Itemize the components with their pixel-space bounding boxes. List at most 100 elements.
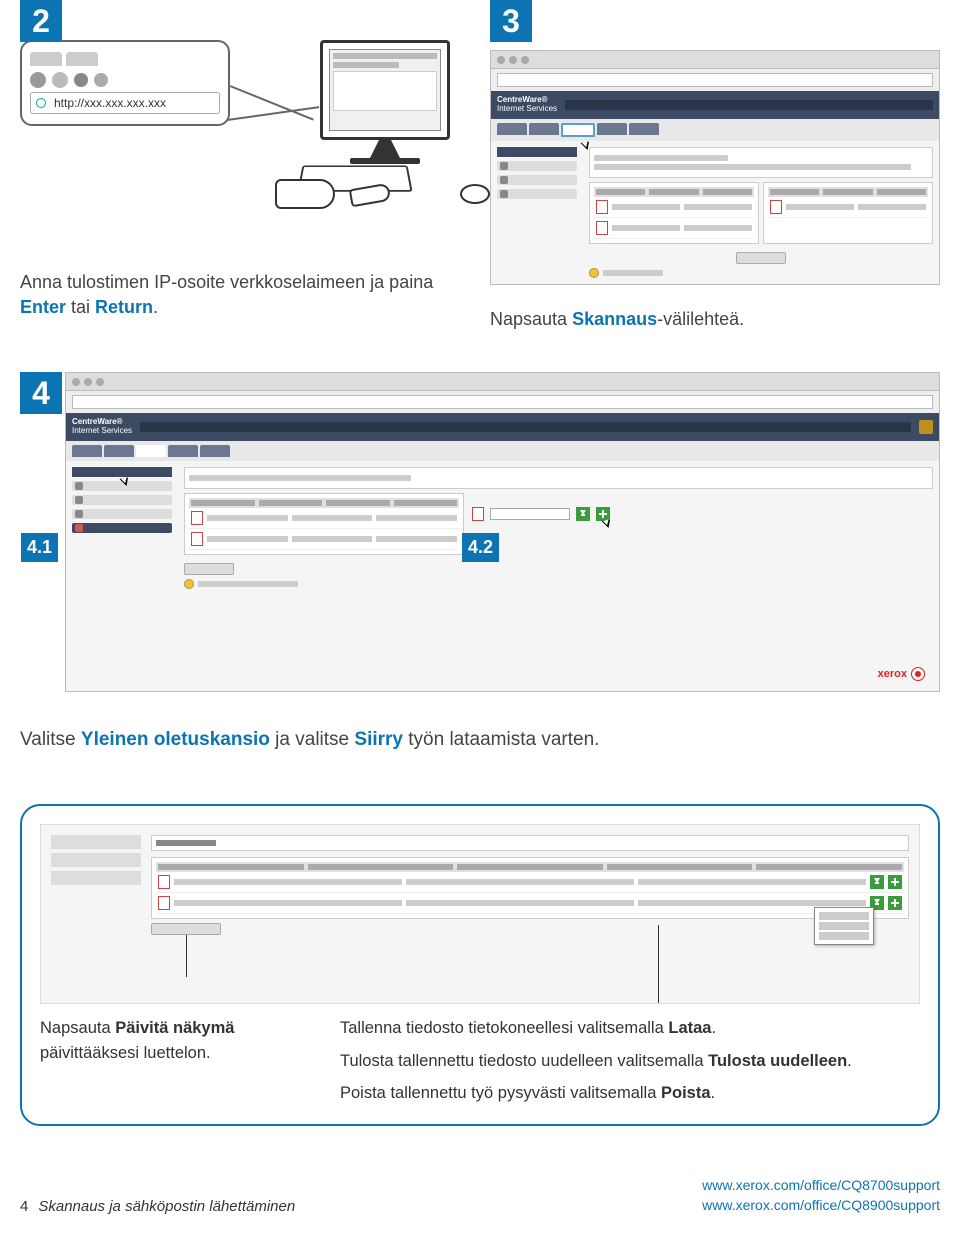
sidebar-item[interactable]: [497, 189, 577, 199]
footer-title: Skannaus ja sähköpostin lähettäminen: [38, 1198, 295, 1215]
window-titlebar: [66, 373, 939, 391]
step-4: 4 CentreWare® Internet Services: [20, 372, 940, 692]
xerox-logo: xerox: [878, 667, 925, 681]
document-icon: [191, 532, 203, 546]
xerox-sphere-icon: [911, 667, 925, 681]
browser-tab: [30, 52, 62, 66]
window-control[interactable]: [96, 378, 104, 386]
step-3: 3 CentreWare® Internet Services: [490, 0, 940, 332]
refresh-button[interactable]: [184, 563, 234, 575]
document-icon: [158, 875, 170, 889]
callout-refresh-text: Napsauta Päivitä näkymä päivittääksesi l…: [40, 1016, 300, 1106]
add-button[interactable]: [888, 875, 902, 889]
monitor-screen: [329, 49, 441, 131]
refresh-view-button[interactable]: [151, 923, 221, 935]
document-icon: [596, 200, 608, 214]
step-4-caption: Valitse Yleinen oletuskansio ja valitse …: [20, 727, 940, 754]
stop-button[interactable]: [74, 73, 88, 87]
mouse: [460, 184, 490, 204]
sidebar-item[interactable]: [72, 495, 172, 505]
content-panel: [589, 147, 933, 178]
back-button[interactable]: [30, 72, 46, 88]
browser-tabs: [30, 52, 220, 66]
nav-tab[interactable]: [497, 123, 527, 135]
scan-tab[interactable]: [561, 123, 595, 137]
nav-tab[interactable]: [597, 123, 627, 135]
browser-window-step3: CentreWare® Internet Services: [490, 50, 940, 285]
content-header-panel: [184, 467, 933, 489]
table-row[interactable]: [594, 197, 754, 218]
callout-leader: [186, 935, 187, 977]
filename-field: [490, 508, 570, 520]
centreware-header: CentreWare® Internet Services: [66, 413, 939, 441]
list-panel: [589, 182, 759, 244]
step-4-badge: 4: [20, 372, 62, 414]
window-control[interactable]: [497, 56, 505, 64]
nav-tab[interactable]: [529, 123, 559, 135]
nav-tab[interactable]: [629, 123, 659, 135]
action-button[interactable]: [736, 252, 786, 264]
window-control[interactable]: [72, 378, 80, 386]
substep-4-2-badge: 4.2: [462, 533, 499, 562]
browser-tab: [66, 52, 98, 66]
window-control[interactable]: [521, 56, 529, 64]
sidebar-item[interactable]: [72, 509, 172, 519]
document-icon: [770, 200, 782, 214]
forward-button[interactable]: [52, 72, 68, 88]
window-titlebar: [491, 51, 939, 69]
window-control[interactable]: [84, 378, 92, 386]
window-control[interactable]: [509, 56, 517, 64]
table-row[interactable]: [189, 508, 459, 529]
cursor-icon: [601, 516, 613, 528]
step-2: 2 http://xxx.xxx.xxx.xxx: [20, 0, 470, 332]
info-bar: [184, 579, 933, 589]
callout-leader: [658, 925, 659, 1003]
table-row[interactable]: [594, 218, 754, 239]
address-bar[interactable]: [72, 395, 933, 409]
document-icon: [472, 507, 484, 521]
page-number: 4: [20, 1198, 28, 1215]
nav-tab[interactable]: [72, 445, 102, 457]
info-bar: [589, 268, 933, 278]
reload-button[interactable]: [94, 73, 108, 87]
sidebar-item[interactable]: [497, 175, 577, 185]
globe-icon: [36, 98, 46, 108]
computer-illustration: [320, 40, 450, 194]
nav-tab[interactable]: [136, 445, 166, 457]
step-3-caption: Napsauta Skannaus-välilehteä.: [490, 307, 940, 332]
browser-partial: [40, 824, 920, 1004]
detail-callout: Napsauta Päivitä näkymä päivittääksesi l…: [20, 804, 940, 1126]
sidebar-item[interactable]: [497, 161, 577, 171]
table-row[interactable]: [156, 893, 904, 914]
sidebar-item[interactable]: [72, 481, 172, 491]
nav-tab[interactable]: [200, 445, 230, 457]
info-icon: [589, 268, 599, 278]
nav-tab[interactable]: [168, 445, 198, 457]
list-panel: [763, 182, 933, 244]
menu-item[interactable]: [819, 912, 869, 920]
support-url-1: www.xerox.com/office/CQ8700support: [702, 1176, 940, 1196]
address-bar[interactable]: http://xxx.xxx.xxx.xxx: [30, 92, 220, 114]
centreware-logo: CentreWare® Internet Services: [72, 418, 132, 436]
table-row[interactable]: [189, 529, 459, 550]
hand-illustration: [275, 179, 335, 209]
go-button[interactable]: [870, 875, 884, 889]
address-bar[interactable]: [497, 73, 933, 87]
page-body: 4.1 4.2: [66, 461, 939, 691]
document-icon: [158, 896, 170, 910]
add-button[interactable]: [888, 896, 902, 910]
nav-tabs: [72, 445, 230, 457]
go-button[interactable]: [576, 507, 590, 521]
table-row[interactable]: [156, 872, 904, 893]
folder-icon: [75, 524, 83, 532]
centreware-logo: CentreWare® Internet Services: [497, 96, 557, 114]
centreware-header: CentreWare® Internet Services: [491, 91, 939, 119]
table-row[interactable]: [768, 197, 928, 218]
step-2-caption: Anna tulostimen IP-osoite verkkoselaimee…: [20, 270, 470, 320]
lock-icon: [919, 420, 933, 434]
sidebar-item-default-folder[interactable]: [72, 523, 172, 533]
info-icon: [184, 579, 194, 589]
callout-actions-text: Tallenna tiedosto tietokoneellesi valits…: [340, 1016, 920, 1106]
sidebar: [72, 467, 172, 537]
nav-tab[interactable]: [104, 445, 134, 457]
